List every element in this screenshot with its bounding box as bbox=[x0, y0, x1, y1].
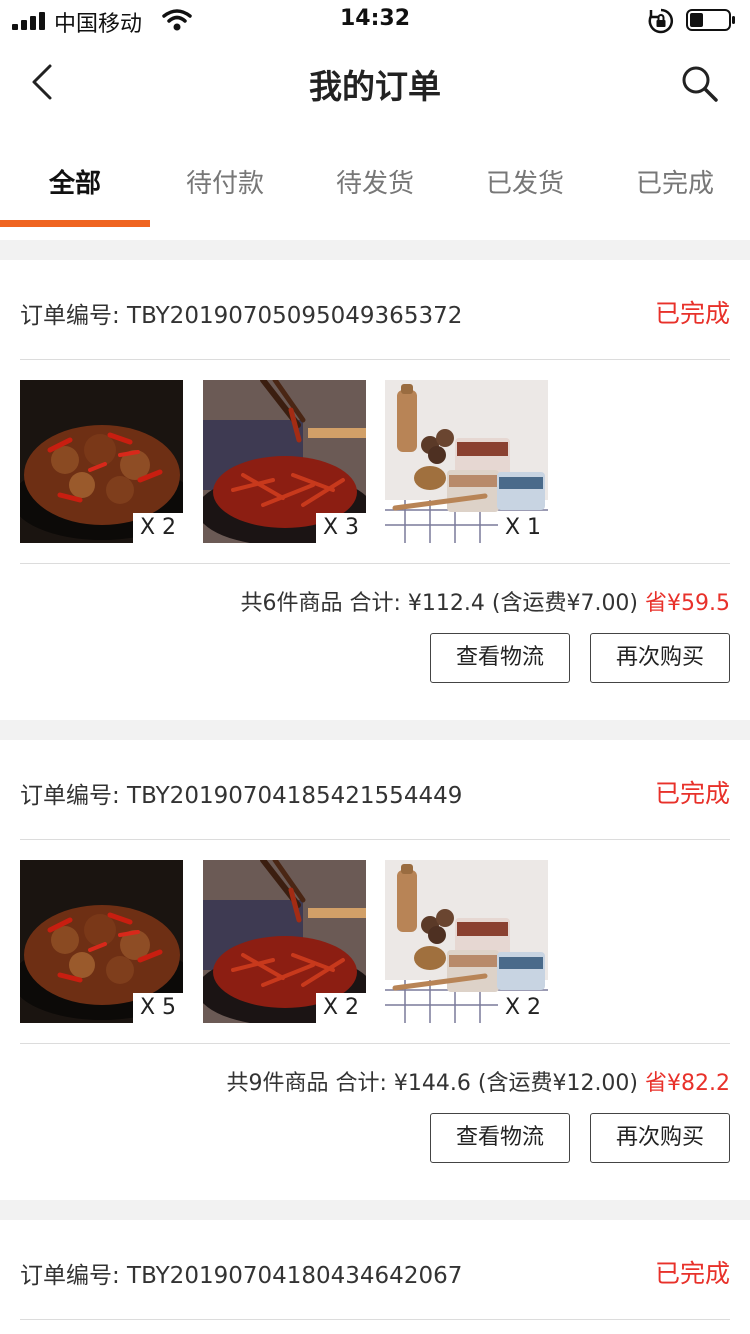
page-title: 我的订单 bbox=[309, 67, 441, 106]
order-items: X 5 X 2 X 2 bbox=[20, 860, 730, 1023]
order-header: 订单编号: TBY20190705095049365372 已完成 bbox=[20, 260, 730, 360]
order-status: 已完成 bbox=[654, 779, 730, 808]
product-thumb-spicy-shreds[interactable]: X 2 bbox=[203, 860, 366, 1023]
order-summary: 共9件商品 合计: ¥144.6 (含运费¥12.00) 省¥82.2 bbox=[227, 1065, 731, 1097]
order-status: 已完成 bbox=[654, 299, 730, 328]
buy-again-button[interactable]: 再次购买 bbox=[590, 1113, 730, 1163]
order-number: 订单编号: TBY20190704180434642067 bbox=[20, 1263, 463, 1289]
battery-icon bbox=[686, 9, 735, 31]
item-quantity: X 3 bbox=[316, 513, 366, 543]
divider bbox=[20, 1043, 730, 1044]
clock: 14:32 bbox=[339, 6, 411, 31]
order-card: 订单编号: TBY20190704185421554449 已完成 X 5 X … bbox=[0, 740, 750, 1200]
divider bbox=[20, 563, 730, 564]
product-thumb-spicy-shreds[interactable]: X 3 bbox=[203, 380, 366, 543]
order-tabs: 全部 待付款 待发货 已发货 已完成 bbox=[0, 150, 750, 230]
item-quantity: X 2 bbox=[498, 993, 548, 1023]
tab-pending-payment[interactable]: 待付款 bbox=[150, 150, 300, 218]
item-quantity: X 2 bbox=[316, 993, 366, 1023]
order-number: 订单编号: TBY20190704185421554449 bbox=[20, 783, 463, 809]
view-logistics-button[interactable]: 查看物流 bbox=[430, 633, 570, 683]
view-logistics-button[interactable]: 查看物流 bbox=[430, 1113, 570, 1163]
product-thumb-spicy-beef[interactable]: X 5 bbox=[20, 860, 183, 1023]
rotation-lock-icon bbox=[648, 8, 674, 34]
nav-bar: 我的订单 bbox=[0, 40, 750, 128]
active-tab-indicator bbox=[0, 220, 150, 227]
order-card: 订单编号: TBY20190704180434642067 已完成 bbox=[0, 1220, 750, 1334]
order-total: 共9件商品 合计: ¥144.6 (含运费¥12.00) bbox=[226, 1071, 639, 1096]
order-number: 订单编号: TBY20190705095049365372 bbox=[20, 303, 463, 329]
order-header: 订单编号: TBY20190704185421554449 已完成 bbox=[20, 740, 730, 840]
tab-completed[interactable]: 已完成 bbox=[600, 150, 750, 218]
product-thumb-canned-sauce[interactable]: X 1 bbox=[385, 380, 548, 543]
tab-shipped[interactable]: 已发货 bbox=[450, 150, 600, 218]
order-card: 订单编号: TBY20190705095049365372 已完成 X 2 X … bbox=[0, 260, 750, 720]
product-thumb-canned-sauce[interactable]: X 2 bbox=[385, 860, 548, 1023]
order-saving: 省¥82.2 bbox=[645, 1071, 730, 1096]
status-bar: 中国移动 14:32 bbox=[0, 0, 750, 40]
order-items: X 2 X 3 X 1 bbox=[20, 380, 730, 543]
tab-pending-shipment[interactable]: 待发货 bbox=[300, 150, 450, 218]
item-quantity: X 1 bbox=[498, 513, 548, 543]
product-thumb-spicy-beef[interactable]: X 2 bbox=[20, 380, 183, 543]
search-button[interactable] bbox=[676, 60, 724, 108]
order-saving: 省¥59.5 bbox=[645, 591, 730, 616]
order-total: 共6件商品 合计: ¥112.4 (含运费¥7.00) bbox=[240, 591, 639, 616]
search-icon bbox=[682, 66, 718, 102]
tab-all[interactable]: 全部 bbox=[0, 150, 150, 218]
section-divider bbox=[0, 1200, 750, 1220]
item-quantity: X 5 bbox=[133, 993, 183, 1023]
buy-again-button[interactable]: 再次购买 bbox=[590, 633, 730, 683]
section-divider bbox=[0, 720, 750, 740]
order-header: 订单编号: TBY20190704180434642067 已完成 bbox=[20, 1220, 730, 1320]
section-divider bbox=[0, 240, 750, 260]
order-summary: 共6件商品 合计: ¥112.4 (含运费¥7.00) 省¥59.5 bbox=[241, 585, 731, 617]
order-status: 已完成 bbox=[654, 1259, 730, 1288]
item-quantity: X 2 bbox=[133, 513, 183, 543]
